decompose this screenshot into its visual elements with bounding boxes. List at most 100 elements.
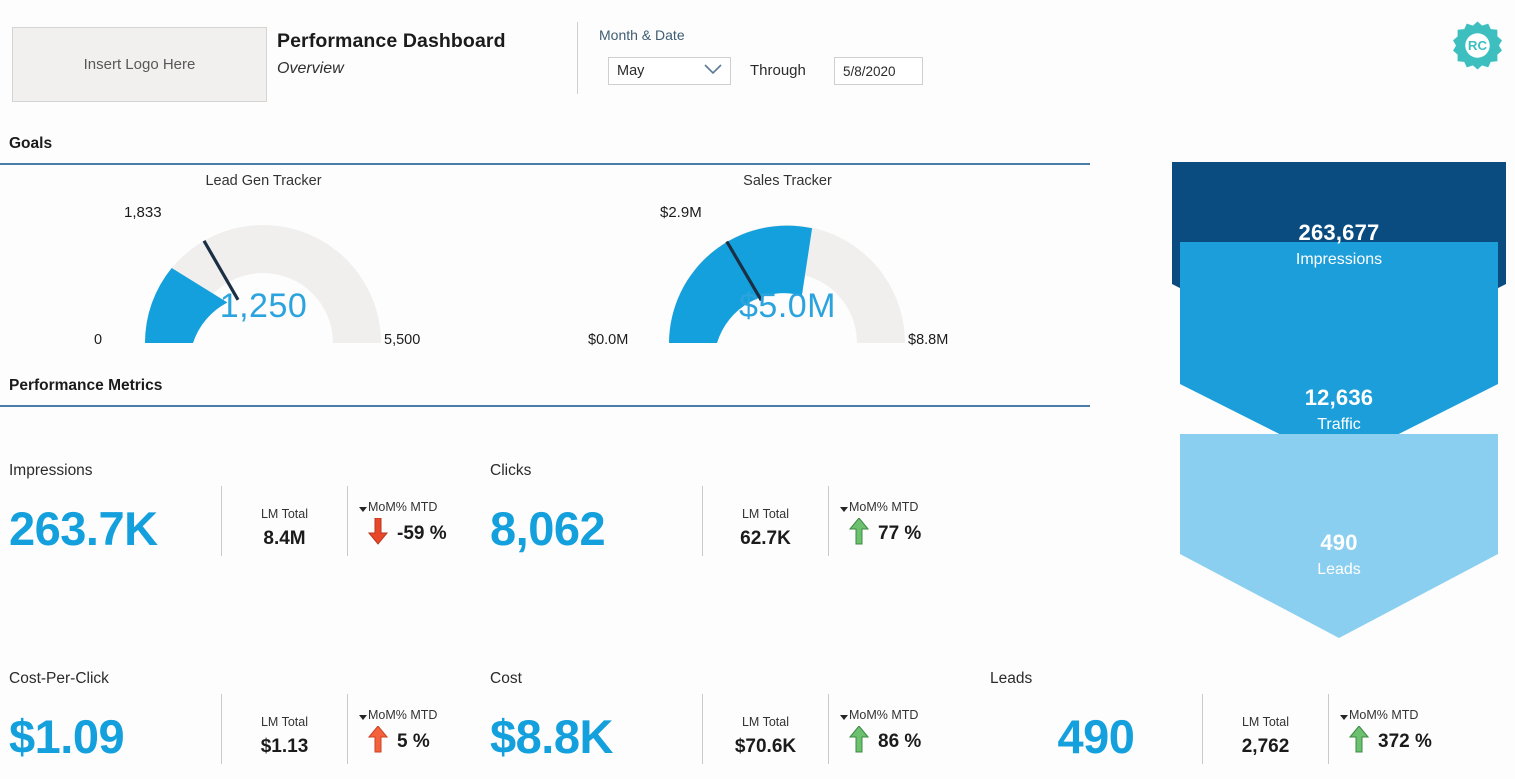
lm-total-value: $1.13: [260, 736, 309, 757]
date-input[interactable]: 5/8/2020: [834, 57, 923, 85]
section-heading-goals: Goals: [9, 135, 53, 152]
mom-value: 372 %: [1378, 731, 1432, 752]
logo-placeholder-label: Insert Logo Here: [83, 56, 196, 73]
funnel-stage-label: Impressions: [1295, 251, 1383, 268]
lm-total-label: LM Total: [741, 715, 789, 729]
brand-gear-icon: RC: [1452, 20, 1503, 76]
metric-label: Cost-Per-Click: [9, 670, 109, 687]
metric-lm-total: LM Total $1.13: [222, 694, 347, 764]
funnel-label-traffic: 12,636 Traffic: [1172, 385, 1506, 434]
arrow-up-icon: [367, 725, 389, 758]
metric-card-clicks[interactable]: Clicks 8,062 LM Total 62.7K MoM% MTD 77 …: [490, 462, 959, 556]
conversion-funnel-chart: 263,677 Impressions 12,636 Traffic 490 L…: [1172, 162, 1506, 638]
funnel-value: 12,636: [1304, 385, 1374, 410]
performance-dashboard-page: Insert Logo Here Performance Dashboard O…: [0, 0, 1515, 779]
gauge-value: 1,250: [219, 287, 308, 325]
metric-mom: MoM% MTD 86 %: [829, 694, 959, 764]
dashboard-header: Insert Logo Here Performance Dashboard O…: [0, 0, 1515, 112]
caret-down-icon[interactable]: [840, 507, 848, 512]
metric-lm-total: LM Total 8.4M: [222, 486, 347, 556]
lm-total-label: LM Total: [260, 715, 308, 729]
metric-label: Clicks: [490, 462, 532, 479]
mom-label: MoM% MTD: [840, 708, 959, 722]
metric-card-impressions[interactable]: Impressions 263.7K LM Total 8.4M MoM% MT…: [9, 462, 478, 556]
metric-lm-total: LM Total 62.7K: [703, 486, 828, 556]
metric-value: $8.8K: [490, 710, 613, 763]
mom-label-text: MoM% MTD: [849, 500, 919, 514]
mom-label: MoM% MTD: [1340, 708, 1469, 722]
metric-label: Cost: [490, 670, 522, 687]
mom-label: MoM% MTD: [359, 500, 478, 514]
mom-value: -59 %: [397, 523, 447, 544]
brand-mark-text: RC: [1468, 38, 1488, 53]
mom-value: 5 %: [397, 731, 430, 752]
metric-card-cost-per-click[interactable]: Cost-Per-Click $1.09 LM Total $1.13 MoM%…: [9, 670, 478, 764]
arrow-up-icon: [848, 725, 870, 758]
section-heading-performance-metrics: Performance Metrics: [9, 377, 163, 394]
title-block: Performance Dashboard Overview: [277, 30, 506, 78]
metric-value: $1.09: [9, 710, 125, 763]
mom-label-text: MoM% MTD: [368, 708, 438, 722]
metric-card-leads[interactable]: Leads 490 LM Total 2,762 MoM% MTD 372 %: [990, 670, 1469, 764]
metric-mom: MoM% MTD 77 %: [829, 486, 959, 556]
metric-card-cost[interactable]: Cost $8.8K LM Total $70.6K MoM% MTD 86 %: [490, 670, 959, 764]
metric-mom: MoM% MTD 372 %: [1329, 694, 1469, 764]
gauge-value: $5.0M: [739, 287, 836, 325]
month-select-value: May: [617, 63, 645, 79]
metric-lm-total: LM Total $70.6K: [703, 694, 828, 764]
mom-value: 86 %: [878, 731, 922, 752]
gauge-max-label: $8.8M: [908, 332, 949, 348]
filter-group-label: Month & Date: [599, 27, 685, 43]
arrow-down-icon: [367, 517, 389, 550]
logo-placeholder[interactable]: Insert Logo Here: [12, 27, 267, 102]
funnel-value: 490: [1320, 530, 1358, 555]
chevron-down-icon: [704, 63, 722, 79]
lm-total-label: LM Total: [741, 507, 789, 521]
metric-lm-total: LM Total 2,762: [1203, 694, 1328, 764]
metric-mom: MoM% MTD 5 %: [348, 694, 478, 764]
page-title: Performance Dashboard: [277, 30, 506, 52]
funnel-stage-label: Traffic: [1317, 416, 1361, 433]
gauge-sales-tracker: Sales Tracker $5.0M $0.0M $8.8M $2.9M: [588, 173, 955, 353]
caret-down-icon[interactable]: [359, 715, 367, 720]
funnel-label-leads: 490 Leads: [1172, 530, 1506, 579]
mom-label-text: MoM% MTD: [849, 708, 919, 722]
section-rule-goals: [0, 163, 1090, 165]
date-input-value: 5/8/2020: [843, 63, 896, 79]
mom-label-text: MoM% MTD: [368, 500, 438, 514]
caret-down-icon[interactable]: [359, 507, 367, 512]
page-subtitle: Overview: [277, 60, 344, 77]
metric-label: Impressions: [9, 462, 93, 479]
section-rule-performance-metrics: [0, 405, 1090, 407]
caret-down-icon[interactable]: [840, 715, 848, 720]
mom-label-text: MoM% MTD: [1349, 708, 1419, 722]
funnel-label-impressions: 263,677 Impressions: [1172, 220, 1506, 269]
mom-value: 77 %: [878, 523, 922, 544]
lm-total-value: 8.4M: [263, 528, 306, 549]
lm-total-label: LM Total: [260, 507, 308, 521]
caret-down-icon[interactable]: [1340, 715, 1348, 720]
gauge-max-label: 5,500: [384, 332, 421, 348]
metric-label: Leads: [990, 670, 1033, 687]
mom-label: MoM% MTD: [359, 708, 478, 722]
through-label: Through: [750, 62, 806, 79]
gauge-target-label: 1,833: [124, 204, 162, 221]
arrow-up-icon: [1348, 725, 1370, 758]
header-divider: [577, 22, 578, 94]
lm-total-value: 62.7K: [740, 528, 791, 549]
funnel-stage-label: Leads: [1317, 561, 1361, 578]
funnel-value: 263,677: [1298, 220, 1380, 245]
metric-mom: MoM% MTD -59 %: [348, 486, 478, 556]
metric-value: 490: [1057, 710, 1135, 763]
lm-total-value: $70.6K: [734, 736, 797, 757]
gauge-target-label: $2.9M: [660, 204, 702, 221]
mom-label: MoM% MTD: [840, 500, 959, 514]
gauge-min-label: $0.0M: [588, 332, 629, 348]
gauge-lead-gen-tracker: Lead Gen Tracker 1,250 0 5,500 1,833: [94, 173, 431, 353]
month-select[interactable]: May: [608, 57, 731, 85]
lm-total-value: 2,762: [1241, 736, 1290, 757]
arrow-up-icon: [848, 517, 870, 550]
metric-value: 263.7K: [9, 502, 158, 555]
lm-total-label: LM Total: [1241, 715, 1289, 729]
metric-value: 8,062: [490, 502, 606, 555]
